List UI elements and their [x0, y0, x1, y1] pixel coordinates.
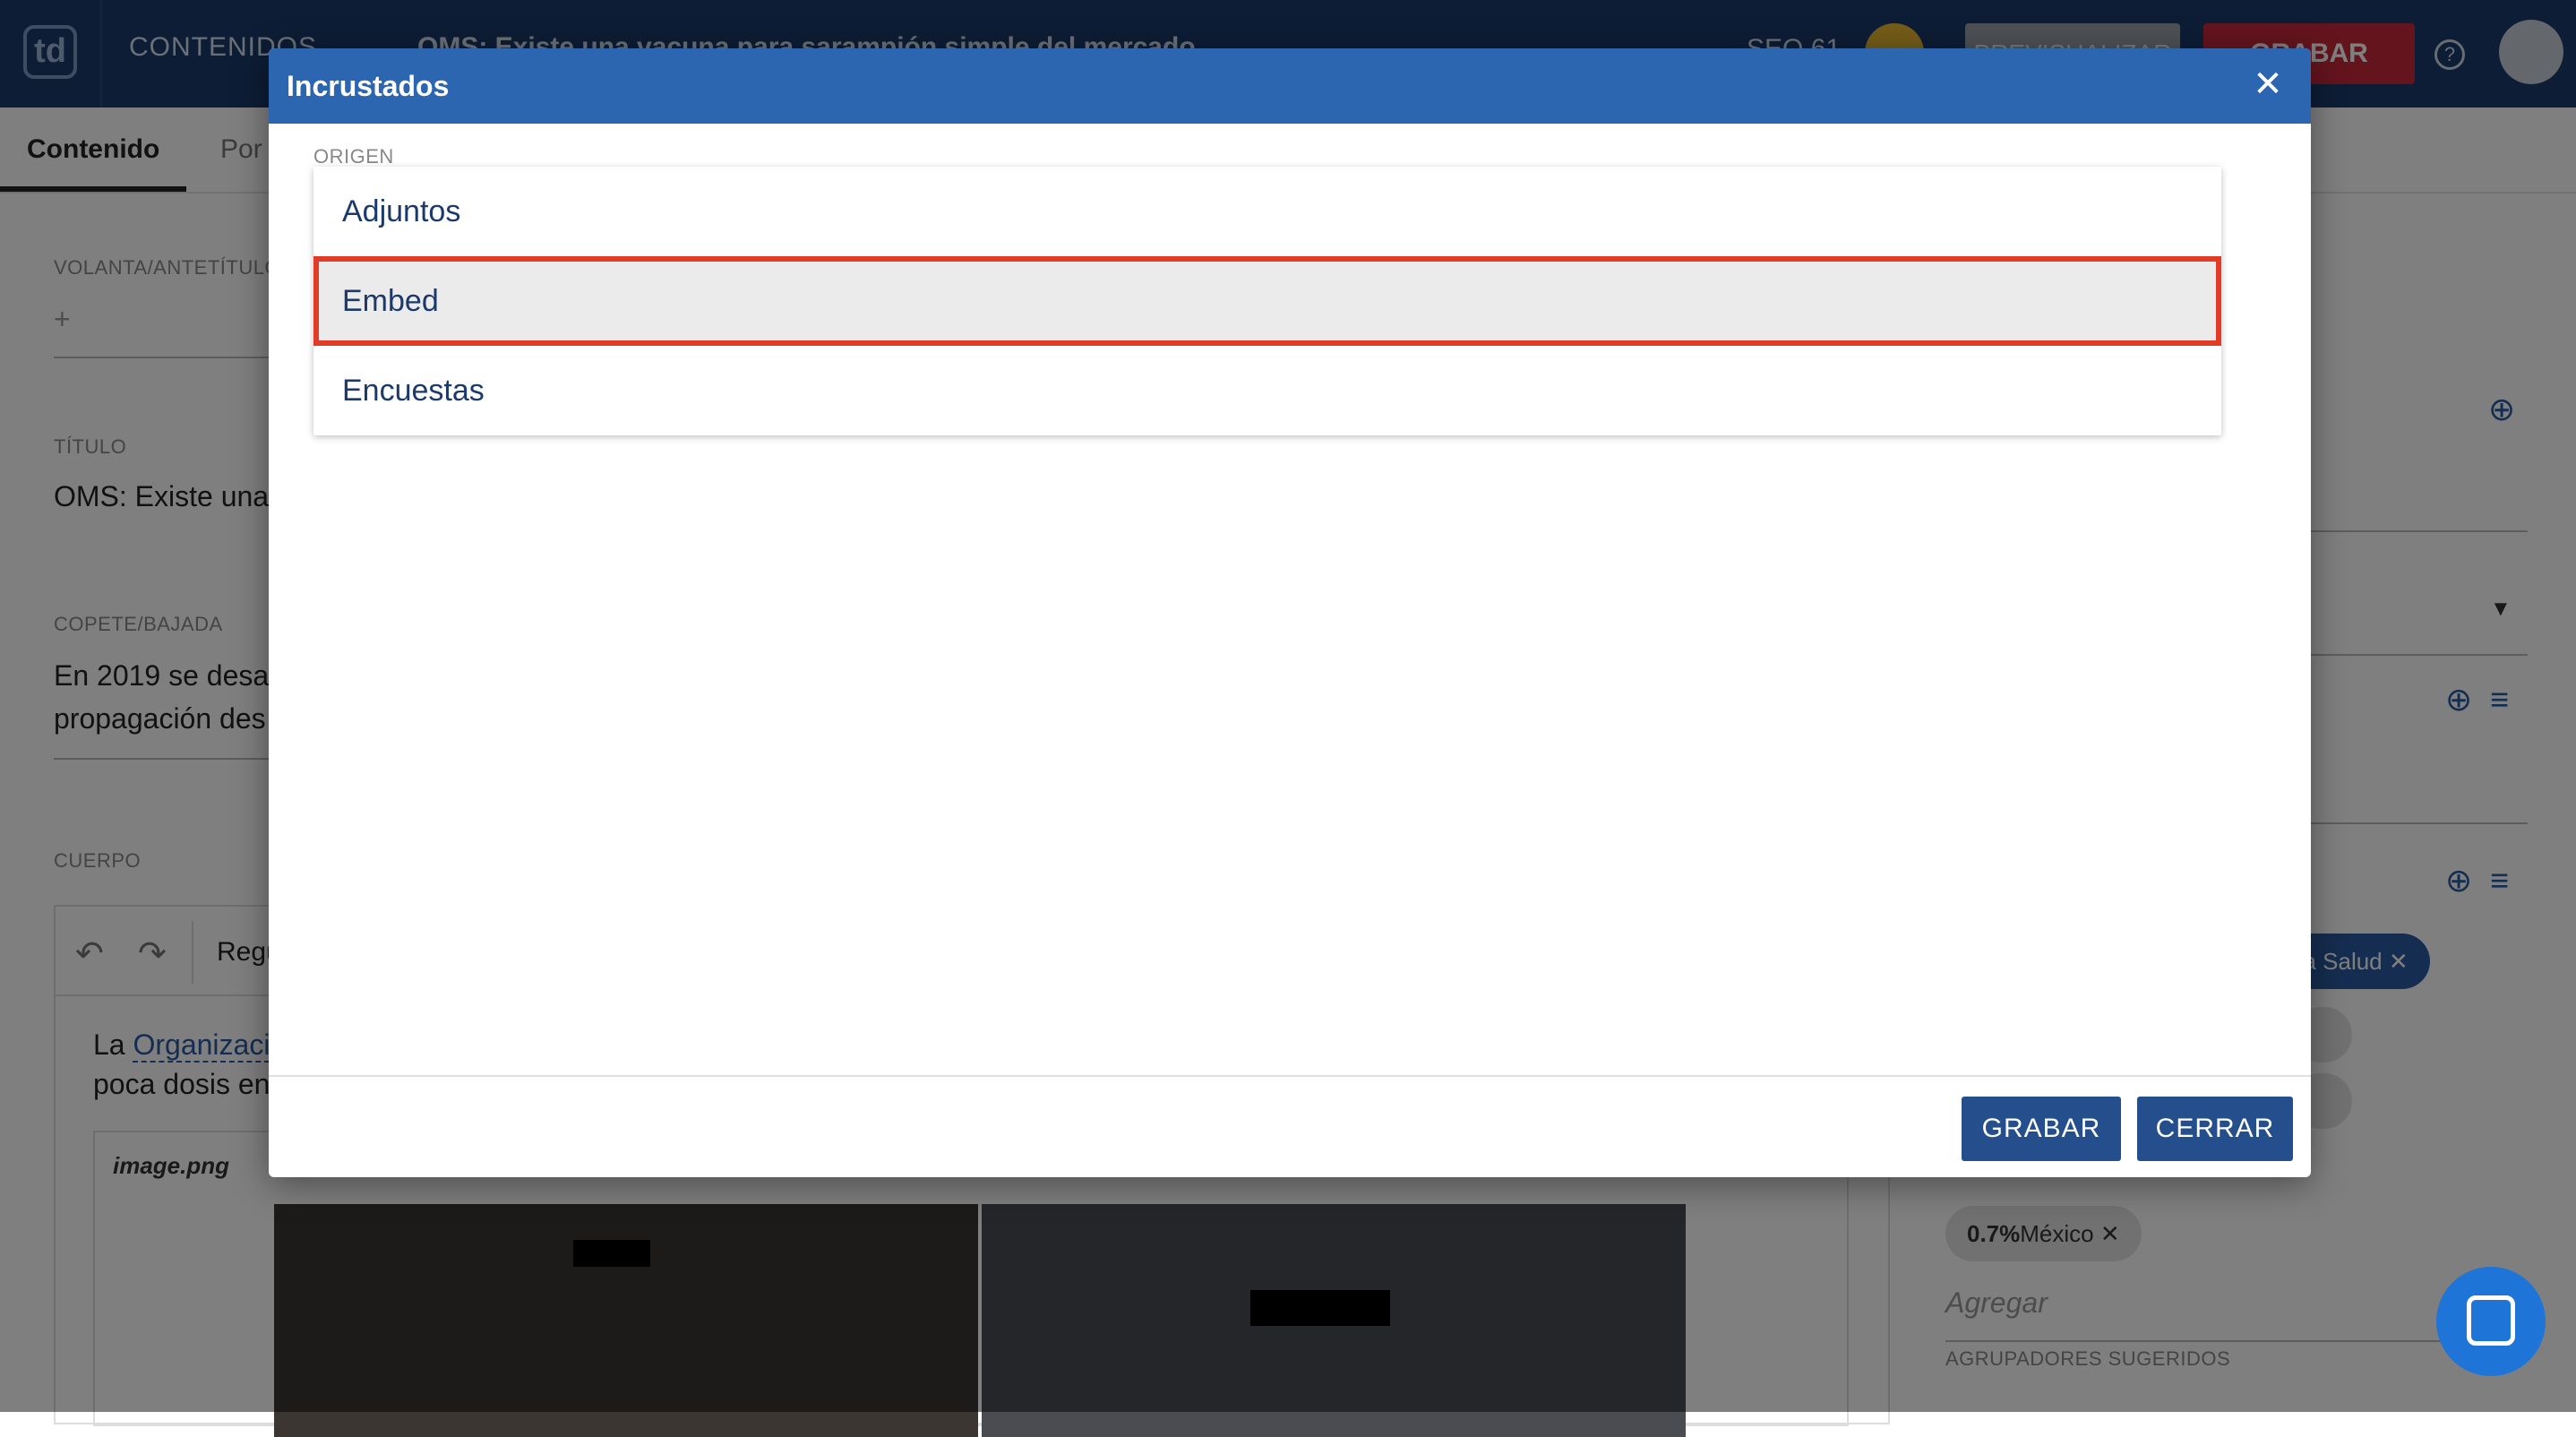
origen-label: ORIGEN: [313, 145, 394, 168]
chat-launcher-button[interactable]: [2436, 1267, 2546, 1376]
incrustados-modal: Incrustados ✕ ORIGEN Adjuntos Embed Encu…: [269, 48, 2311, 1177]
close-icon[interactable]: ✕: [2246, 63, 2289, 106]
option-encuestas[interactable]: Encuestas: [313, 346, 2221, 435]
chat-icon: [2467, 1295, 2515, 1346]
cerrar-button[interactable]: CERRAR: [2137, 1097, 2293, 1161]
option-adjuntos[interactable]: Adjuntos: [313, 167, 2221, 256]
origen-dropdown: Adjuntos Embed Encuestas: [313, 167, 2221, 435]
option-embed[interactable]: Embed: [313, 256, 2221, 346]
modal-footer-divider: [269, 1075, 2311, 1077]
modal-title: Incrustados: [287, 70, 450, 102]
grabar-button[interactable]: GRABAR: [1962, 1097, 2121, 1161]
modal-header: Incrustados ✕: [269, 48, 2311, 124]
